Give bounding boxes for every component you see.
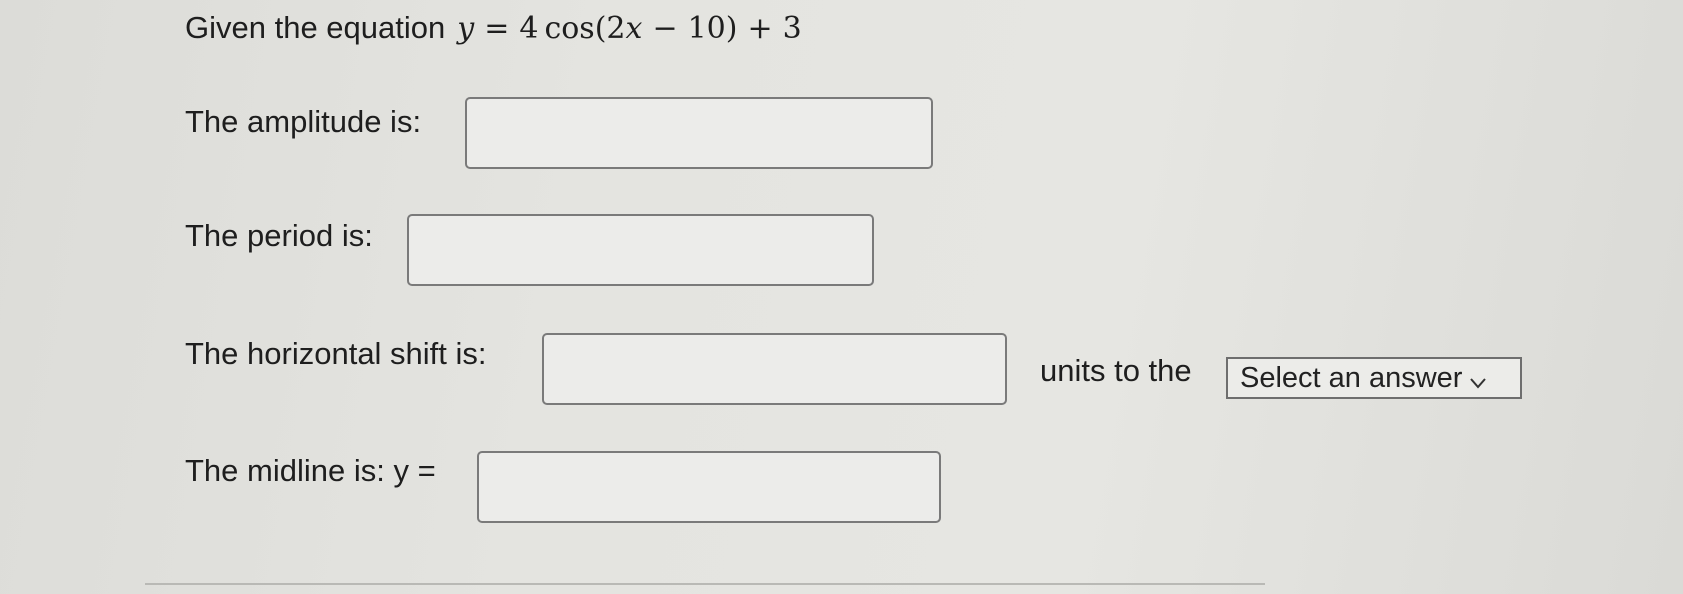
equation-function: cos (544, 10, 595, 46)
equation: y = 4 cos(2x −10) +3 (457, 11, 801, 46)
amplitude-row: The amplitude is: (185, 98, 421, 146)
equation-constant: 3 (782, 10, 802, 46)
equation-plus: + (747, 10, 773, 46)
equation-coefficient: 4 (519, 10, 539, 46)
amplitude-input[interactable] (465, 97, 933, 169)
equation-inner-variable: x (625, 10, 643, 46)
question-prefix: Given the equation (185, 10, 446, 45)
equation-open-paren: ( (594, 10, 607, 46)
amplitude-label: The amplitude is: (185, 104, 422, 139)
period-label: The period is: (185, 218, 373, 253)
equation-lhs: y (457, 10, 475, 46)
question-prompt: Given the equation y = 4 cos(2x −10) +3 (185, 4, 802, 52)
chevron-down-icon (1468, 368, 1488, 389)
direction-select[interactable]: Select an answer (1226, 357, 1522, 399)
equation-equals: = (484, 10, 510, 46)
midline-label: The midline is: y = (185, 453, 436, 488)
period-row: The period is: (185, 212, 373, 260)
equation-minus: − (652, 10, 678, 46)
horizontal-shift-row: The horizontal shift is: (185, 330, 487, 378)
equation-inner-coefficient: 2 (606, 10, 626, 46)
period-input[interactable] (407, 214, 874, 286)
direction-select-value: Select an answer (1240, 361, 1463, 394)
page-divider (145, 583, 1265, 585)
midline-input[interactable] (477, 451, 941, 523)
horizontal-shift-input[interactable] (542, 333, 1007, 405)
equation-inner-constant: 10) (687, 10, 738, 46)
horizontal-shift-label: The horizontal shift is: (185, 336, 487, 371)
midline-row: The midline is: y = (185, 447, 436, 495)
units-to-the-text: units to the (1040, 353, 1192, 388)
